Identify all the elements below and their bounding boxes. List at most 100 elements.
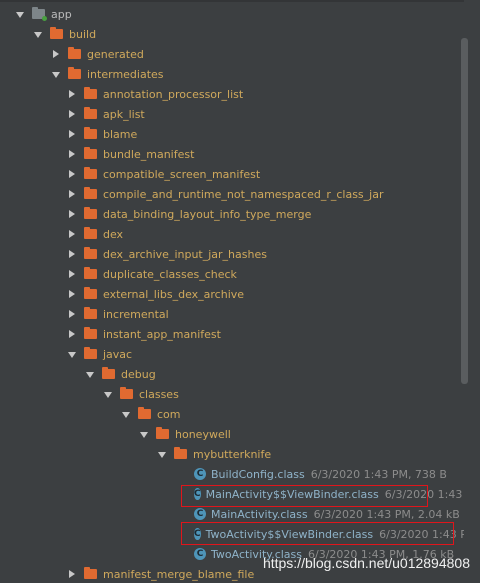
folder-icon bbox=[84, 147, 97, 159]
tree-node-label: intermediates bbox=[87, 67, 164, 81]
tree-node-label: instant_app_manifest bbox=[103, 327, 221, 341]
tree-node-label: debug bbox=[121, 367, 156, 381]
collapse-arrow-icon[interactable] bbox=[69, 250, 75, 258]
expand-arrow-icon[interactable] bbox=[52, 71, 60, 78]
folder-icon bbox=[84, 107, 97, 119]
collapse-arrow-icon[interactable] bbox=[69, 210, 75, 218]
class-file-icon: C bbox=[194, 508, 206, 520]
tree-node-folder[interactable]: instant_app_manifest bbox=[0, 324, 464, 344]
folder-icon bbox=[68, 47, 81, 59]
expand-arrow-icon[interactable] bbox=[158, 451, 166, 458]
collapse-arrow-icon[interactable] bbox=[69, 90, 75, 98]
folder-icon bbox=[84, 287, 97, 299]
tree-node-label: mybutterknife bbox=[193, 447, 272, 461]
folder-icon bbox=[84, 207, 97, 219]
tree-node-label: dex_archive_input_jar_hashes bbox=[103, 247, 267, 261]
collapse-arrow-icon[interactable] bbox=[69, 230, 75, 238]
tree-node-honeywell[interactable]: honeywell bbox=[0, 424, 464, 444]
folder-icon bbox=[68, 67, 81, 79]
class-file-icon: C bbox=[194, 468, 206, 480]
tree-node-com[interactable]: com bbox=[0, 404, 464, 424]
tree-node-label: duplicate_classes_check bbox=[103, 267, 237, 281]
watermark: https://blog.csdn.net/u012894808 bbox=[262, 555, 470, 571]
folder-icon bbox=[138, 407, 151, 419]
tree-node-label: annotation_processor_list bbox=[103, 87, 244, 101]
folder-icon bbox=[84, 187, 97, 199]
folder-icon bbox=[84, 567, 97, 579]
folder-icon bbox=[156, 427, 169, 439]
tree-node-label: bundle_manifest bbox=[103, 147, 195, 161]
tree-node-folder[interactable]: compile_and_runtime_not_namespaced_r_cla… bbox=[0, 184, 464, 204]
collapse-arrow-icon[interactable] bbox=[69, 130, 75, 138]
class-file-icon: C bbox=[194, 548, 206, 560]
collapse-arrow-icon[interactable] bbox=[69, 150, 75, 158]
tree-node-javac[interactable]: javac bbox=[0, 344, 464, 364]
collapse-arrow-icon[interactable] bbox=[69, 290, 75, 298]
tree-node-label: classes bbox=[139, 387, 179, 401]
tree-node-label: generated bbox=[87, 47, 144, 61]
expand-arrow-icon[interactable] bbox=[104, 391, 112, 398]
collapse-arrow-icon[interactable] bbox=[69, 570, 75, 578]
file-meta: 6/3/2020 1:43 PM, 2.04 kB bbox=[313, 507, 460, 521]
tree-file-mainactivity[interactable]: C MainActivity.class 6/3/2020 1:43 PM, 2… bbox=[0, 504, 464, 524]
tree-node-label: honeywell bbox=[175, 427, 231, 441]
tree-node-label: blame bbox=[103, 127, 138, 141]
folder-icon bbox=[84, 347, 97, 359]
tree-node-folder[interactable]: dex_archive_input_jar_hashes bbox=[0, 244, 464, 264]
tree-file-buildconfig[interactable]: C BuildConfig.class 6/3/2020 1:43 PM, 73… bbox=[0, 464, 464, 484]
tree-node-folder[interactable]: annotation_processor_list bbox=[0, 84, 464, 104]
expand-arrow-icon[interactable] bbox=[16, 11, 24, 18]
collapse-arrow-icon[interactable] bbox=[69, 310, 75, 318]
expand-arrow-icon[interactable] bbox=[68, 351, 76, 358]
tree-node-mybutterknife[interactable]: mybutterknife bbox=[0, 444, 464, 464]
tree-node-debug[interactable]: debug bbox=[0, 364, 464, 384]
folder-icon bbox=[84, 227, 97, 239]
tree-node-label: com bbox=[157, 407, 181, 421]
tree-node-folder[interactable]: duplicate_classes_check bbox=[0, 264, 464, 284]
tree-node-folder[interactable]: compatible_screen_manifest bbox=[0, 164, 464, 184]
tree-node-label: incremental bbox=[103, 307, 169, 321]
collapse-arrow-icon[interactable] bbox=[69, 330, 75, 338]
tree-node-folder[interactable]: blame bbox=[0, 124, 464, 144]
tree-node-label: apk_list bbox=[103, 107, 145, 121]
project-tree[interactable]: app build generated intermediates annota… bbox=[0, 0, 464, 583]
tree-node-folder[interactable]: apk_list bbox=[0, 104, 464, 124]
tree-node-label: compatible_screen_manifest bbox=[103, 167, 261, 181]
tree-node-folder[interactable]: data_binding_layout_info_type_merge bbox=[0, 204, 464, 224]
folder-icon bbox=[84, 127, 97, 139]
highlight-box bbox=[181, 485, 428, 507]
tree-node-label: javac bbox=[103, 347, 133, 361]
tree-node-label: compile_and_runtime_not_namespaced_r_cla… bbox=[103, 187, 384, 201]
tree-node-folder[interactable]: bundle_manifest bbox=[0, 144, 464, 164]
collapse-arrow-icon[interactable] bbox=[69, 110, 75, 118]
expand-arrow-icon[interactable] bbox=[122, 411, 130, 418]
expand-arrow-icon[interactable] bbox=[86, 371, 94, 378]
folder-icon bbox=[84, 167, 97, 179]
tree-node-folder[interactable]: dex bbox=[0, 224, 464, 244]
folder-icon bbox=[84, 327, 97, 339]
folder-icon bbox=[84, 87, 97, 99]
folder-icon bbox=[174, 447, 187, 459]
tree-node-generated[interactable]: generated bbox=[0, 44, 464, 64]
tree-node-intermediates[interactable]: intermediates bbox=[0, 64, 464, 84]
tree-node-app[interactable]: app bbox=[0, 4, 464, 24]
tree-node-classes[interactable]: classes bbox=[0, 384, 464, 404]
collapse-arrow-icon[interactable] bbox=[69, 190, 75, 198]
folder-icon bbox=[120, 387, 133, 399]
tree-node-label: data_binding_layout_info_type_merge bbox=[103, 207, 312, 221]
collapse-arrow-icon[interactable] bbox=[69, 170, 75, 178]
collapse-arrow-icon[interactable] bbox=[69, 270, 75, 278]
tree-node-label: build bbox=[69, 27, 97, 41]
collapse-arrow-icon[interactable] bbox=[53, 50, 59, 58]
tree-node-label: app bbox=[51, 7, 72, 21]
file-meta: 6/3/2020 1:43 PM, 738 B bbox=[310, 467, 447, 481]
folder-icon bbox=[102, 367, 115, 379]
folder-icon bbox=[84, 247, 97, 259]
tree-node-build[interactable]: build bbox=[0, 24, 464, 44]
tree-node-folder[interactable]: external_libs_dex_archive bbox=[0, 284, 464, 304]
module-folder-icon bbox=[32, 7, 47, 21]
expand-arrow-icon[interactable] bbox=[34, 31, 42, 38]
scrollbar-thumb[interactable] bbox=[461, 38, 468, 384]
tree-node-folder[interactable]: incremental bbox=[0, 304, 464, 324]
expand-arrow-icon[interactable] bbox=[140, 431, 148, 438]
